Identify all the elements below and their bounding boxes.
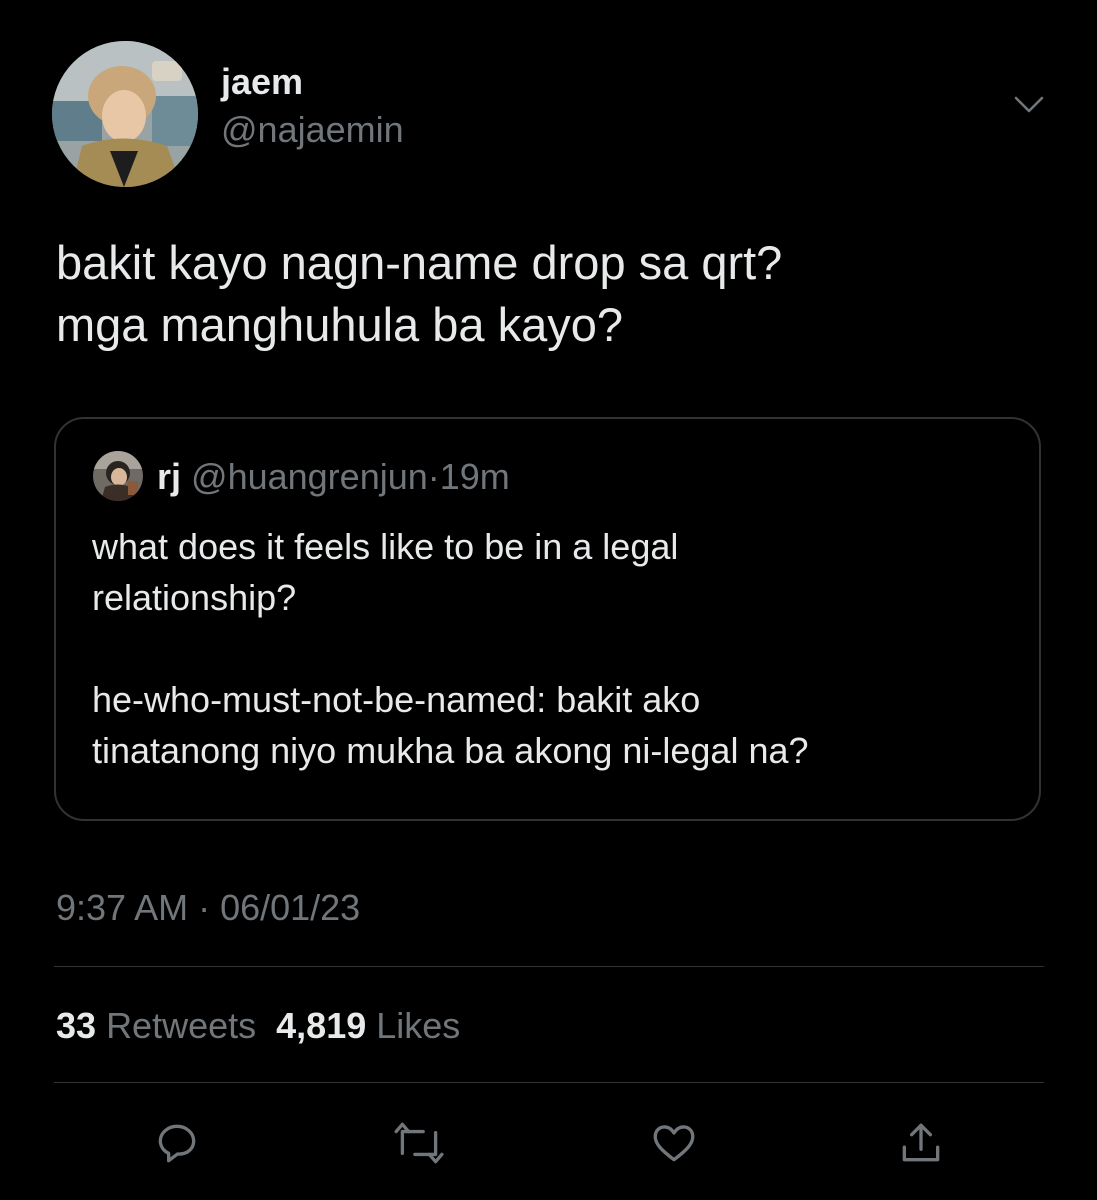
reply-icon (158, 1124, 196, 1163)
tweet-text-line: mga manghuhula ba kayo? (56, 298, 624, 351)
quoted-time: 19m (439, 456, 510, 497)
author-avatar[interactable] (52, 41, 198, 187)
quoted-tweet-header: rj @huangrenjun·19m (157, 455, 510, 499)
quoted-tweet-text: what does it feels like to be in a legal… (92, 521, 1012, 776)
quoted-author-avatar (93, 451, 143, 501)
likes-count: 4,819 (276, 1005, 367, 1046)
retweets-count: 33 (56, 1005, 97, 1046)
retweet-icon (394, 1122, 444, 1164)
retweets-stat[interactable]: 33 Retweets (56, 1005, 256, 1046)
like-button[interactable] (646, 1115, 702, 1171)
quoted-text-line: he-who-must-not-be-named: bakit ako (92, 679, 701, 720)
quoted-author-name: rj (157, 456, 182, 497)
divider (54, 1082, 1044, 1083)
quoted-separator: · (427, 456, 440, 497)
quoted-text-line: relationship? (92, 577, 297, 618)
tweet-text-line: bakit kayo nagn-name drop sa qrt? (56, 236, 783, 289)
heart-icon (653, 1125, 695, 1162)
quoted-text-line: what does it feels like to be in a legal (92, 526, 679, 567)
share-button[interactable] (893, 1115, 949, 1171)
retweet-button[interactable] (391, 1115, 447, 1171)
author-avatar-image (52, 41, 198, 187)
quoted-author-handle: @huangrenjun (191, 456, 428, 497)
author-handle[interactable]: @najaemin (221, 108, 404, 152)
tweet-timestamp[interactable]: 9:37 AM · 06/01/23 (56, 886, 360, 930)
likes-stat[interactable]: 4,819 Likes (276, 1005, 460, 1046)
quoted-tweet-card[interactable]: rj @huangrenjun·19m what does it feels l… (54, 417, 1041, 821)
tweet-stats: 33 Retweets 4,819 Likes (56, 1004, 460, 1048)
divider (54, 966, 1044, 967)
reply-button[interactable] (149, 1115, 205, 1171)
quoted-avatar-image (93, 451, 143, 501)
likes-label: Likes (376, 1005, 461, 1046)
retweets-label: Retweets (106, 1005, 257, 1046)
tweet-text: bakit kayo nagn-name drop sa qrt? mga ma… (56, 232, 1036, 356)
chevron-down-icon[interactable] (1012, 92, 1046, 116)
author-display-name[interactable]: jaem (221, 60, 303, 104)
share-icon (902, 1123, 940, 1162)
quoted-text-line: tinatanong niyo mukha ba akong ni-legal … (92, 730, 809, 771)
